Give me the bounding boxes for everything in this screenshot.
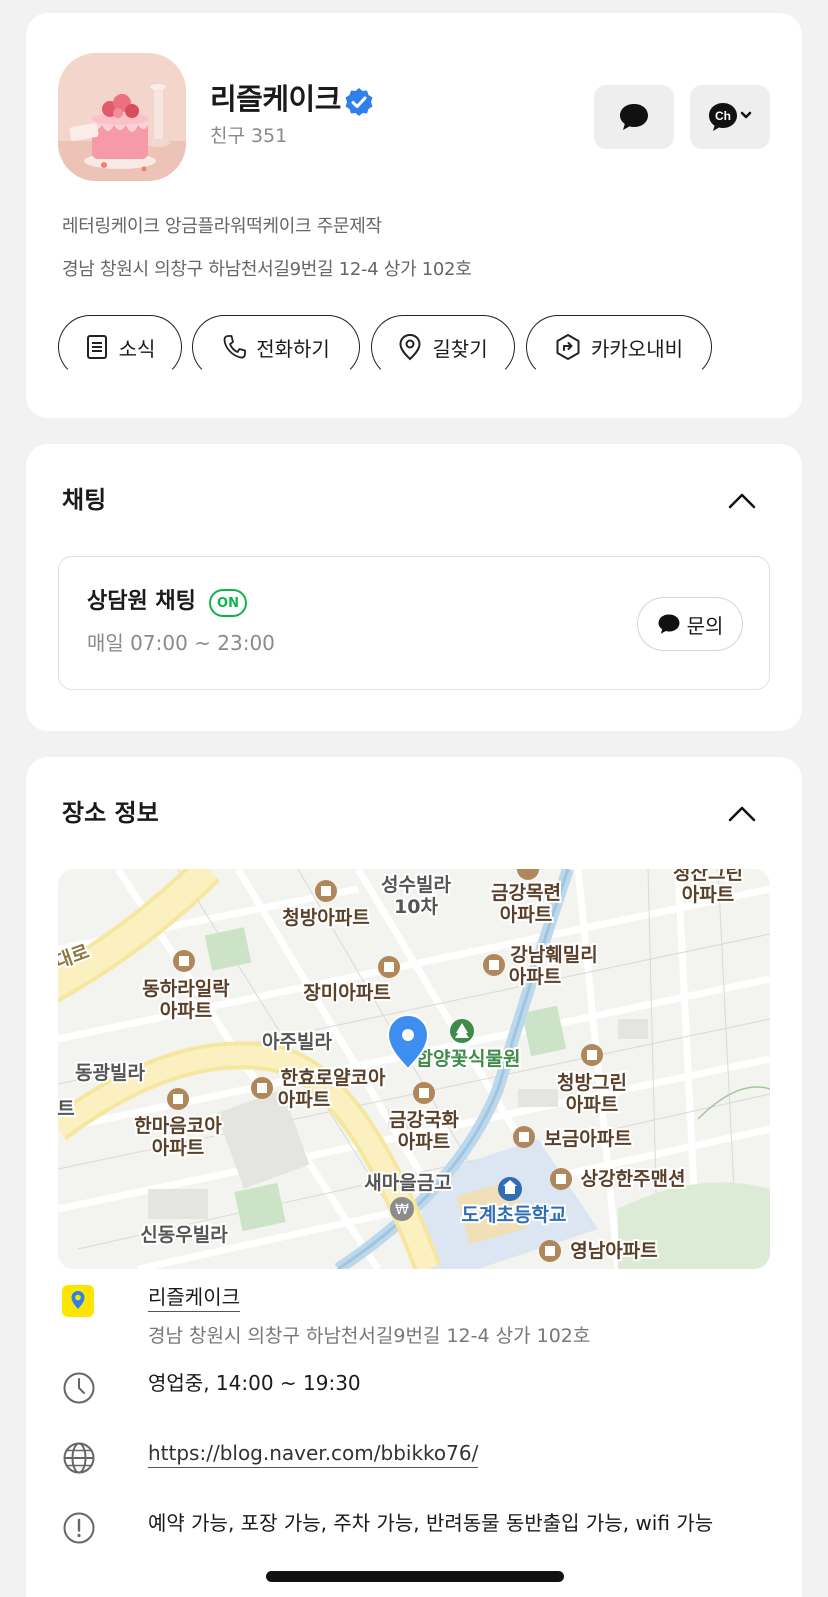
call-button[interactable]: 전화하기: [192, 315, 360, 379]
map-label: 청방아파트: [282, 907, 369, 929]
map-label: 10차: [394, 896, 438, 918]
inquiry-label: 문의: [686, 613, 724, 638]
map-label: 영남아파트: [570, 1240, 657, 1262]
chat-hours: 매일 07:00 ~ 23:00: [87, 631, 275, 655]
channel-icon-text: Ch: [715, 109, 731, 123]
map-label: 동광빌라: [75, 1062, 145, 1084]
chat-button[interactable]: [594, 85, 674, 149]
website-row: https://blog.naver.com/bbikko76/: [62, 1437, 782, 1477]
map-label: 한효로얄코아: [281, 1067, 386, 1089]
map-label: 신동우빌라: [140, 1224, 228, 1246]
chat-section-title: 채팅: [62, 486, 107, 514]
map-label: 아파트: [152, 1137, 204, 1159]
home-indicator[interactable]: [266, 1571, 564, 1582]
cake-photo-icon: [58, 53, 186, 181]
map-label: 아파트: [278, 1089, 330, 1111]
kakao-map-pin-icon: [62, 1285, 94, 1317]
profile-card: 리즐케이크 친구 351 Ch 레터링케이크 앙금플라워떡케이크 주문제작 경남 …: [26, 13, 802, 418]
place-address: 경남 창원시 의창구 하남천서길9번길 12-4 상가 102호: [148, 1325, 591, 1347]
place-name-link[interactable]: 리즐케이크: [148, 1285, 240, 1312]
phone-icon: [223, 335, 247, 359]
map-label: 도계초등학교: [462, 1204, 567, 1226]
profile-address: 경남 창원시 의창구 하남천서길9번길 12-4 상가 102호: [62, 259, 472, 280]
channel-add-button[interactable]: Ch: [690, 85, 770, 149]
map-label: 청산그린: [673, 869, 743, 884]
map-label: 보금아파트: [544, 1128, 631, 1150]
agent-chat-box: 상담원 채팅 ON 매일 07:00 ~ 23:00 문의: [58, 556, 770, 690]
map-label: 금강목련: [491, 882, 561, 904]
map-label: 아파트: [682, 884, 734, 906]
place-section-title: 장소 정보: [62, 799, 159, 827]
profile-description: 레터링케이크 앙금플라워떡케이크 주문제작: [62, 216, 382, 237]
chat-card: 채팅 상담원 채팅 ON 매일 07:00 ~ 23:00 문의: [26, 444, 802, 731]
map-label: 트: [58, 1098, 75, 1120]
map-label: 아파트: [509, 966, 561, 988]
call-label: 전화하기: [256, 336, 330, 361]
map-label: 청방그린: [557, 1072, 627, 1094]
place-name-row: 리즐케이크 경남 창원시 의창구 하남천서길9번길 12-4 상가 102호: [62, 1281, 782, 1351]
location-pin-icon: [399, 333, 421, 361]
profile-name: 리즐케이크: [210, 82, 341, 116]
map-label: 한마음코아: [134, 1115, 222, 1137]
svg-text:₩: ₩: [395, 1202, 409, 1218]
profile-avatar[interactable]: [58, 53, 186, 181]
clock-icon: [63, 1372, 95, 1404]
chevron-up-icon[interactable]: [728, 491, 756, 509]
amenities: 예약 가능, 포장 가능, 주차 가능, 반려동물 동반출입 가능, wifi …: [148, 1511, 714, 1535]
map-label: 아주빌라: [262, 1031, 332, 1053]
map-label: 아파트: [566, 1094, 618, 1116]
info-exclamation-icon: [63, 1512, 95, 1544]
kakao-channel-icon: Ch: [709, 103, 752, 131]
friends-count: 친구 351: [210, 123, 287, 149]
hours-row: 영업중, 14:00 ~ 19:30: [62, 1367, 782, 1407]
amenities-row: 예약 가능, 포장 가능, 주차 가능, 반려동물 동반출입 가능, wifi …: [62, 1507, 782, 1547]
friends-number: 351: [250, 125, 288, 147]
place-info-card: 장소 정보 ₩ 성수빌라 10차 금강목련 아파트 청방아파트 강남훼밀리 아파…: [26, 757, 802, 1597]
map-label: 성수빌라: [381, 874, 451, 896]
kakao-navi-label: 카카오내비: [591, 336, 683, 361]
map-label: 아파트: [160, 1000, 212, 1022]
map-label: 상강한주맨션: [581, 1168, 686, 1190]
news-button[interactable]: 소식: [58, 315, 182, 379]
map-label: 새마을금고: [364, 1172, 451, 1194]
map-label: 장미아파트: [303, 982, 390, 1004]
directions-label: 길찾기: [432, 336, 488, 361]
map-label: 아파트: [398, 1131, 450, 1153]
map-label: 동하라일락: [142, 978, 230, 1000]
navigation-icon: [556, 334, 580, 360]
globe-icon: [63, 1442, 95, 1474]
chevron-up-icon[interactable]: [728, 804, 756, 822]
inquiry-button[interactable]: 문의: [637, 597, 743, 651]
document-icon: [86, 335, 107, 359]
news-label: 소식: [118, 336, 156, 361]
location-map[interactable]: ₩ 성수빌라 10차 금강목련 아파트 청방아파트 강남훼밀리 아파트 동하라일…: [58, 869, 770, 1269]
kakao-navi-button[interactable]: 카카오내비: [526, 315, 712, 379]
speech-bubble-icon: [658, 614, 680, 634]
verified-badge-icon: [345, 88, 373, 116]
directions-button[interactable]: 길찾기: [371, 315, 515, 379]
agent-chat-title: 상담원 채팅: [87, 589, 196, 614]
status-badge: ON: [209, 589, 247, 617]
business-hours: 영업중, 14:00 ~ 19:30: [148, 1371, 361, 1395]
website-link[interactable]: https://blog.naver.com/bbikko76/: [148, 1441, 479, 1468]
speech-bubble-icon: [620, 104, 648, 130]
map-label: 강남훼밀리: [510, 944, 597, 966]
map-label: 금강국화: [389, 1109, 459, 1131]
friends-label: 친구: [210, 125, 245, 147]
map-label: 아파트: [500, 904, 552, 926]
map-label: 합양꽃식물원: [416, 1048, 521, 1070]
